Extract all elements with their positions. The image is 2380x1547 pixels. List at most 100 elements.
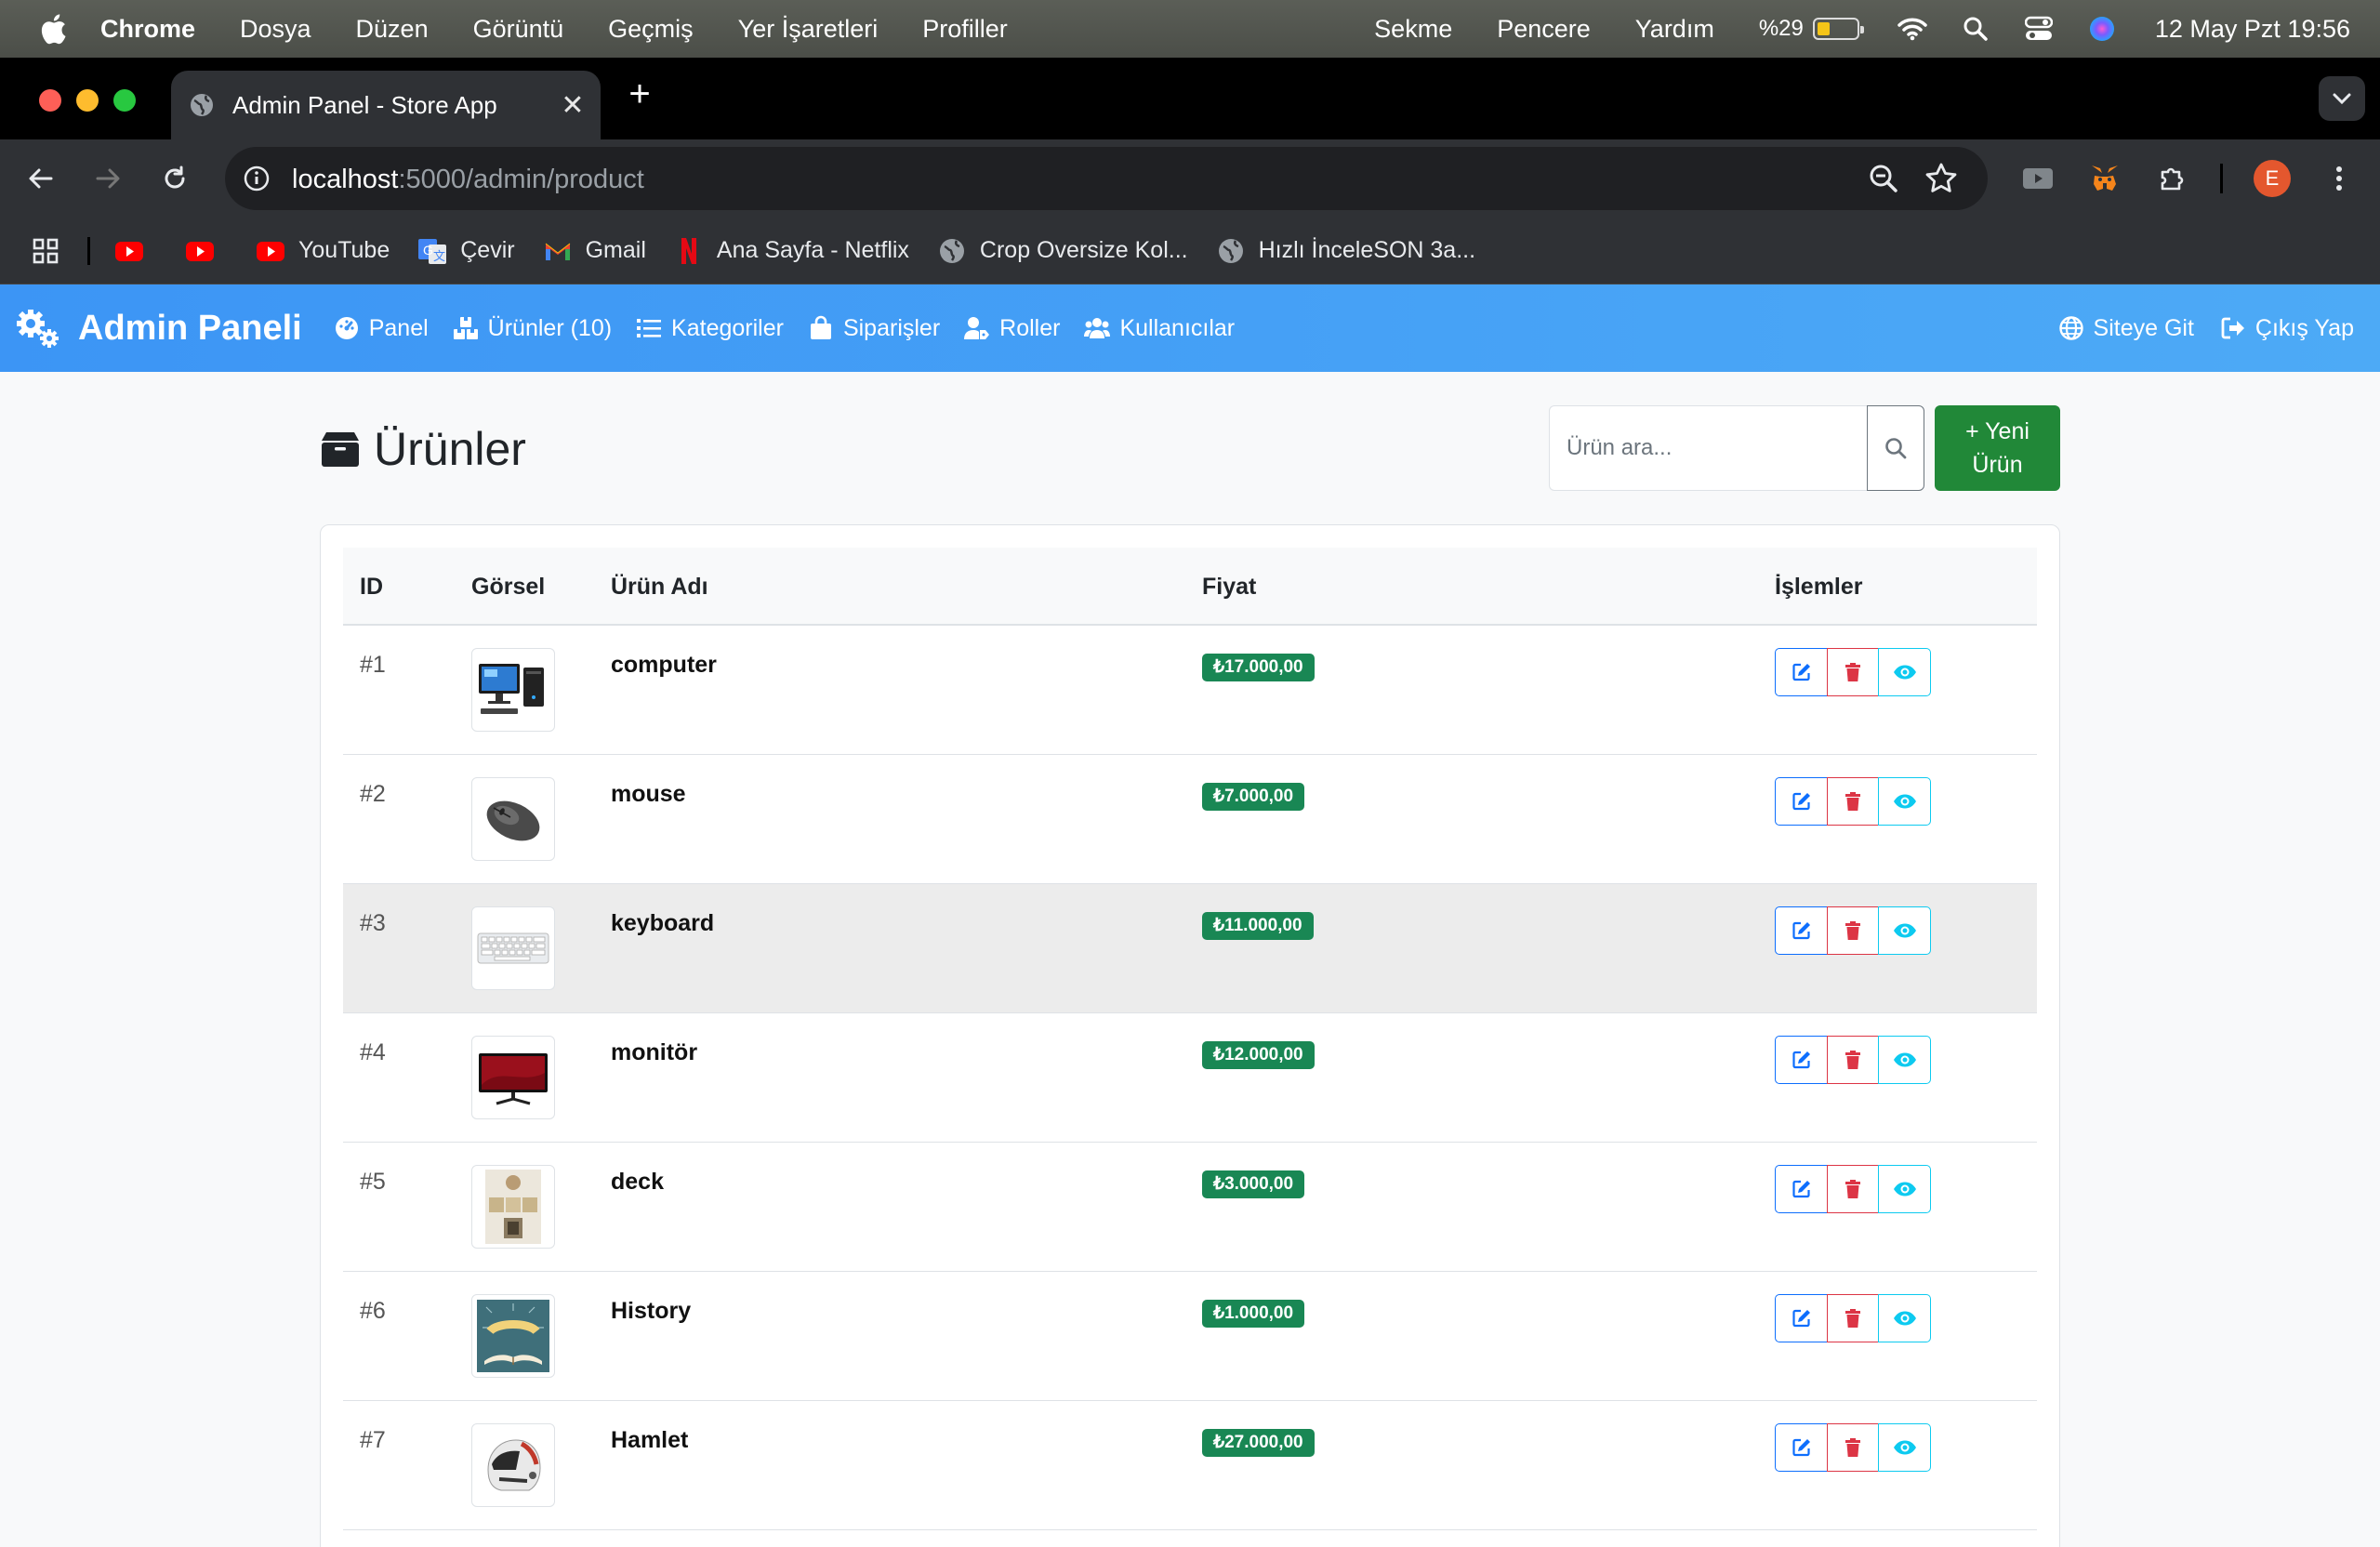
apple-icon[interactable] [39,13,67,45]
metamask-extension-icon[interactable] [2086,160,2123,197]
table-row[interactable]: #4 monitör ₺12.000,00 [343,1013,2037,1143]
site-info-icon[interactable] [238,160,275,197]
edit-button[interactable] [1775,648,1828,696]
table-row[interactable]: #3 keyboard ₺11.000,00 [343,884,2037,1013]
search-input[interactable] [1549,405,1867,491]
trash-icon [1845,792,1860,811]
admin-navbar: Admin Paneli Panel Ürünler (10) Kategori… [0,284,2380,372]
nav-siteye-git[interactable]: Siteye Git [2058,315,2194,342]
profile-avatar[interactable]: E [2254,160,2291,197]
table-row[interactable]: #7 Hamlet ₺27.000,00 [343,1401,2037,1530]
bookmark-youtube-1[interactable] [114,236,157,266]
reload-button[interactable] [156,160,193,197]
monitor-image [471,1036,555,1119]
view-button[interactable] [1878,906,1931,955]
menu-yardim[interactable]: Yardım [1635,15,1714,44]
menu-profiller[interactable]: Profiller [922,15,1008,44]
bookmark-youtube[interactable]: YouTube [256,236,390,266]
siri-icon[interactable] [2086,13,2118,45]
bookmark-cevir[interactable]: G文 Çevir [417,236,515,266]
view-button[interactable] [1878,1294,1931,1342]
table-row[interactable]: #5 deck ₺3.000,00 [343,1143,2037,1272]
nav-roller[interactable]: Roller [964,315,1060,342]
brand-link[interactable]: Admin Paneli [15,308,302,349]
eye-icon [1893,1440,1916,1455]
back-button[interactable] [22,160,60,197]
window-minimize-button[interactable] [76,89,99,112]
bookmark-star-icon[interactable] [1923,160,1960,197]
bookmark-hizli-inceleson[interactable]: Hızlı İnceleSON 3a... [1216,236,1475,266]
delete-button[interactable] [1826,1036,1880,1084]
browser-tab-active[interactable]: Admin Panel - Store App ✕ [171,71,601,139]
media-icon[interactable] [2019,160,2056,197]
table-row[interactable]: #2 mouse ₺7.000,00 [343,755,2037,884]
products-card: ID Görsel Ürün Adı Fiyat İşlemler #1 com… [320,524,2060,1547]
nav-urunler[interactable]: Ürünler (10) [453,315,612,342]
globe-icon [1218,238,1243,263]
delete-button[interactable] [1826,1423,1880,1472]
view-button[interactable] [1878,1165,1931,1213]
view-button[interactable] [1878,1036,1931,1084]
youtube-icon [186,241,214,261]
bookmark-gmail[interactable]: Gmail [543,236,646,266]
url-text[interactable]: localhost:5000/admin/product [292,165,644,195]
menu-pencere[interactable]: Pencere [1497,15,1591,44]
browser-toolbar: localhost:5000/admin/product E [0,139,2380,218]
edit-button[interactable] [1775,1423,1828,1472]
tab-close-icon[interactable]: ✕ [554,89,591,122]
edit-button[interactable] [1775,1294,1828,1342]
bookmarks-divider [87,236,90,265]
edit-button[interactable] [1775,777,1828,826]
tab-search-button[interactable] [2319,76,2365,121]
menu-yer-isaretleri[interactable]: Yer İşaretleri [738,15,879,44]
new-product-button[interactable]: + Yeni Ürün [1935,405,2060,491]
window-close-button[interactable] [39,89,61,112]
nav-cikis-yap[interactable]: Çıkış Yap [2220,315,2354,342]
edit-button[interactable] [1775,1165,1828,1213]
spotlight-search-icon[interactable] [1960,13,1991,45]
edit-button[interactable] [1775,906,1828,955]
forward-button[interactable] [89,160,126,197]
menu-dosya[interactable]: Dosya [240,15,311,44]
address-bar[interactable]: localhost:5000/admin/product [225,147,1988,210]
nav-kategoriler[interactable]: Kategoriler [636,315,784,342]
nav-kullanicilar[interactable]: Kullanıcılar [1084,315,1235,342]
menu-clock[interactable]: 12 May Pzt 19:56 [2155,15,2350,44]
battery-percent: %29 [1758,16,1804,41]
nav-siparisler[interactable]: Siparişler [808,315,940,342]
trash-icon [1845,921,1860,940]
zoom-out-icon[interactable] [1865,160,1902,197]
menu-chrome[interactable]: Chrome [100,15,195,44]
window-zoom-button[interactable] [113,89,136,112]
delete-button[interactable] [1826,777,1880,826]
battery-icon[interactable] [1812,18,1864,40]
menu-gecmis[interactable]: Geçmiş [608,15,694,44]
wifi-icon[interactable] [1897,13,1928,45]
menu-sekme[interactable]: Sekme [1374,15,1452,44]
table-row[interactable]: #6 History ₺1.000,00 [343,1272,2037,1401]
edit-button[interactable] [1775,1036,1828,1084]
extensions-puzzle-icon[interactable] [2153,160,2190,197]
delete-button[interactable] [1826,906,1880,955]
nav-panel[interactable]: Panel [334,315,429,342]
delete-button[interactable] [1826,1294,1880,1342]
view-button[interactable] [1878,648,1931,696]
delete-button[interactable] [1826,1165,1880,1213]
bookmark-crop-oversize[interactable]: Crop Oversize Kol... [937,236,1188,266]
trash-icon [1845,1180,1860,1198]
search-button[interactable] [1867,405,1924,491]
chrome-menu-button[interactable] [2320,160,2358,197]
menu-duzen[interactable]: Düzen [356,15,429,44]
control-center-icon[interactable] [2023,13,2055,45]
bookmark-youtube-2[interactable] [185,236,228,266]
new-tab-button[interactable]: + [621,75,658,113]
apps-grid-icon [33,238,59,263]
menu-goruntu[interactable]: Görüntü [473,15,564,44]
delete-button[interactable] [1826,648,1880,696]
bookmark-netflix[interactable]: Ana Sayfa - Netflix [674,236,909,266]
table-row[interactable]: #1 computer ₺17.000,00 [343,626,2037,755]
product-id: #3 [360,910,386,936]
apps-button[interactable] [32,237,60,265]
view-button[interactable] [1878,777,1931,826]
view-button[interactable] [1878,1423,1931,1472]
